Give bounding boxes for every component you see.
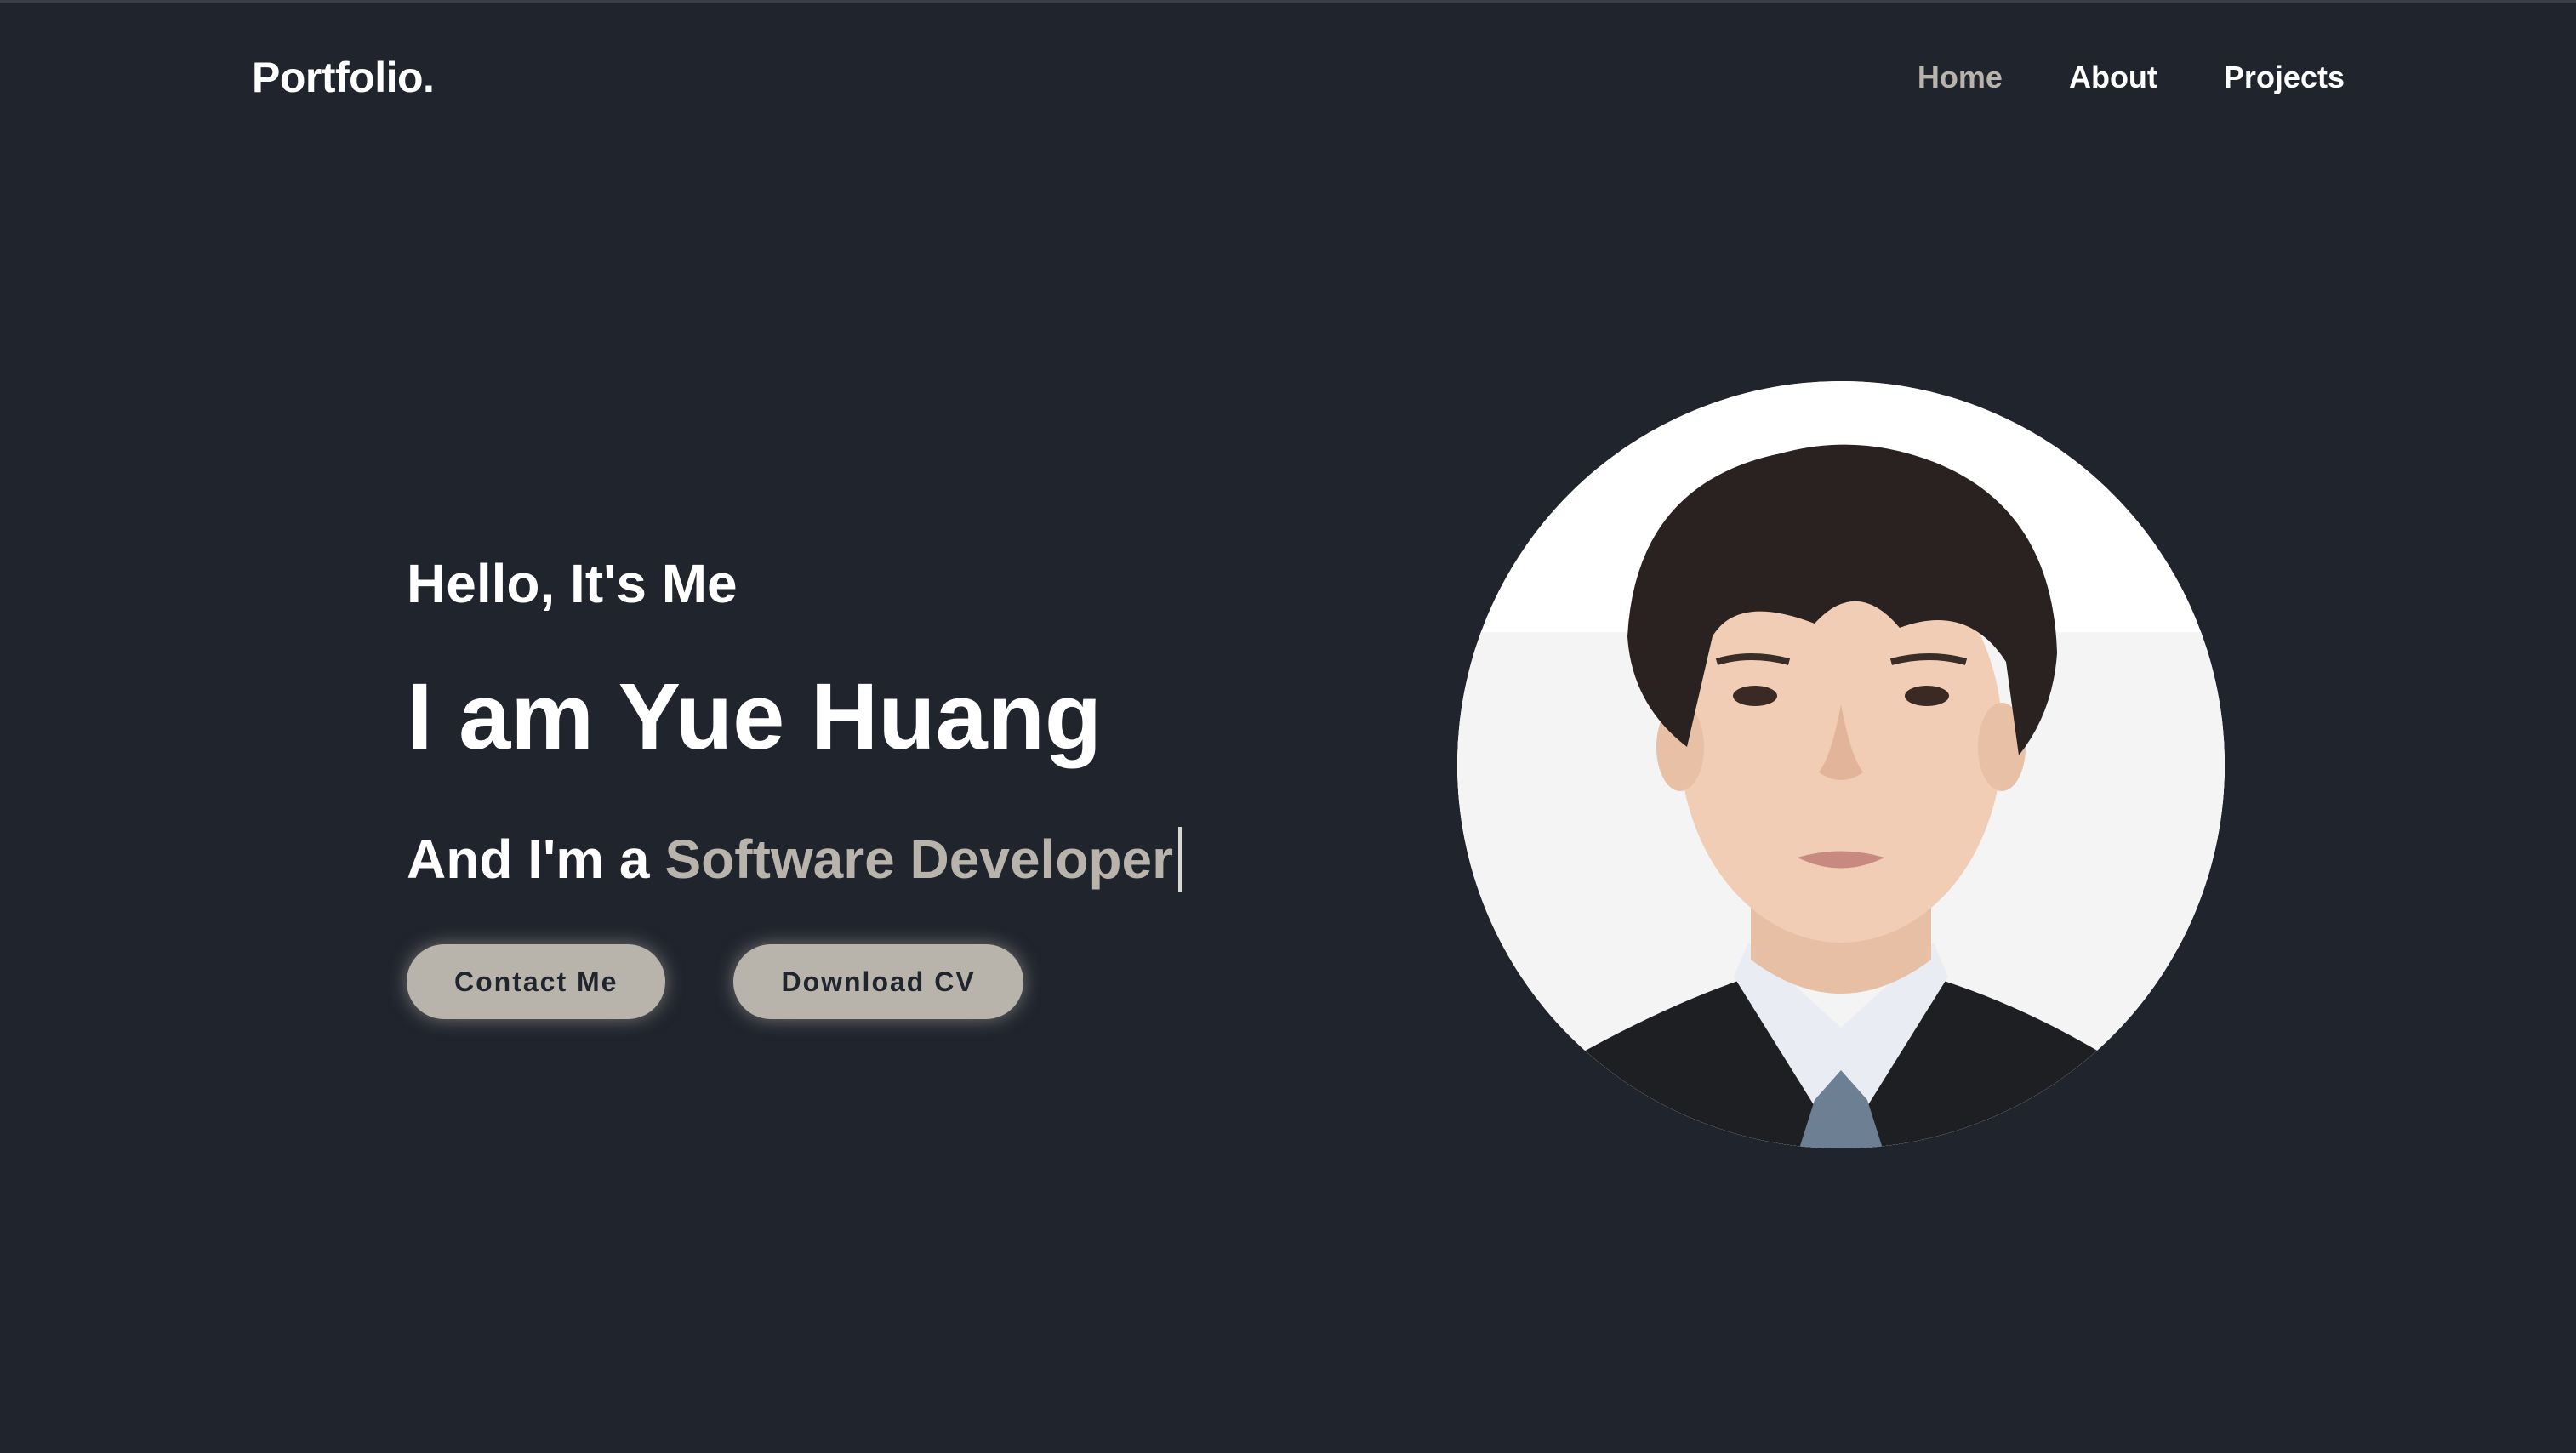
hero-buttons: Contact Me Download CV (407, 944, 1182, 1019)
profile-photo-illustration (1457, 381, 2225, 1148)
main-nav: Home About Projects (1918, 60, 2345, 95)
nav-projects-link[interactable]: Projects (2224, 60, 2345, 95)
hero-greeting: Hello, It's Me (407, 553, 738, 614)
hero-role-line: And I'm a Software Developer (407, 827, 1182, 892)
nav-home-link[interactable]: Home (1918, 60, 2003, 95)
portfolio-page: Portfolio. Home About Projects Hello, It… (0, 0, 2576, 1453)
typing-cursor (1178, 827, 1182, 892)
role-prefix: And I'm a (407, 829, 650, 890)
typed-role: Software Developer (664, 829, 1173, 890)
site-logo[interactable]: Portfolio. (252, 53, 435, 102)
hero-name: I am Yue Huang (407, 664, 1103, 769)
download-cv-button[interactable]: Download CV (733, 944, 1023, 1019)
nav-about-link[interactable]: About (2069, 60, 2157, 95)
contact-me-button[interactable]: Contact Me (407, 944, 666, 1019)
hero-section: Hello, It's Me I am Yue Huang And I'm a … (407, 556, 1182, 1019)
profile-photo (1457, 381, 2225, 1148)
